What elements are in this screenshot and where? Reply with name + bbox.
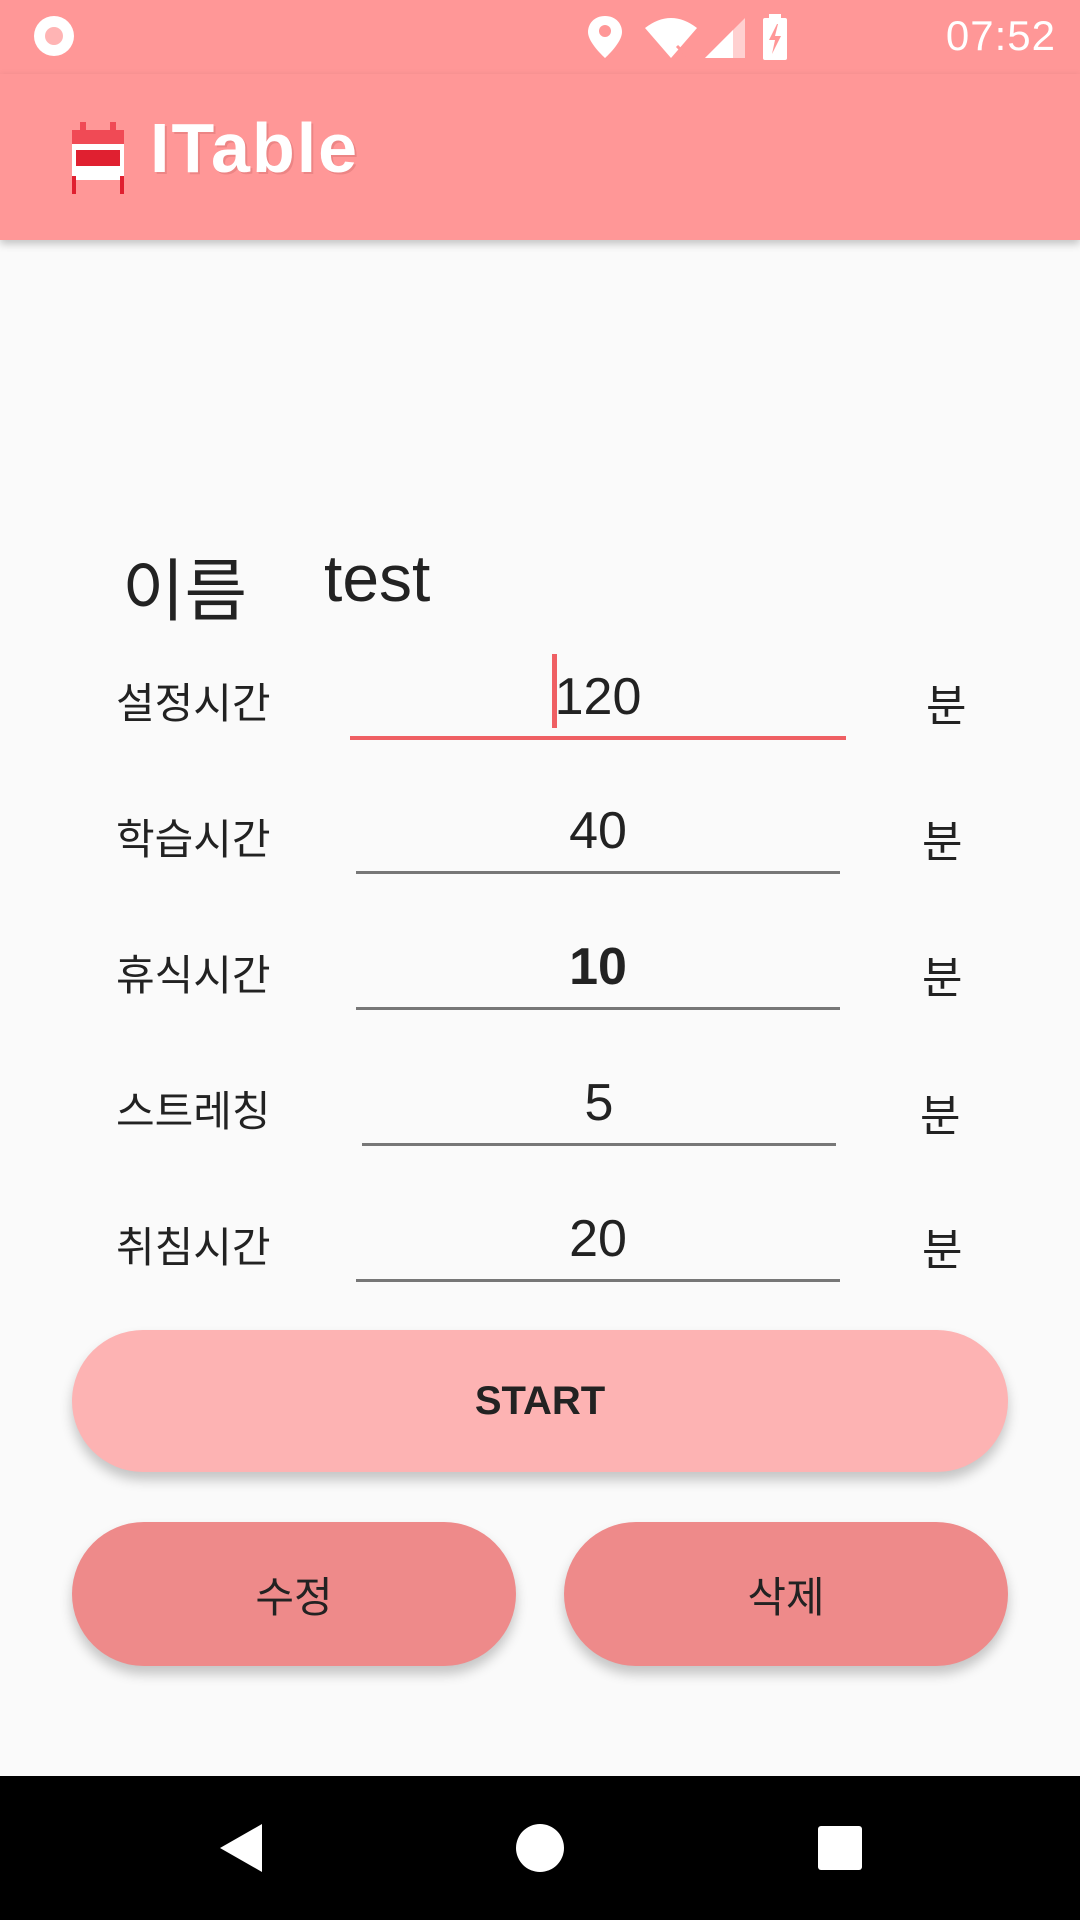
battery-charging-icon: [763, 14, 787, 60]
name-label: 이름: [122, 553, 248, 632]
setting-time-input[interactable]: 120: [350, 664, 846, 740]
study-time-input[interactable]: 40: [356, 798, 840, 874]
wifi-icon: [645, 18, 697, 58]
back-icon[interactable]: [216, 1820, 266, 1876]
recents-icon[interactable]: [816, 1824, 864, 1872]
sleep-time-label: 취침시간: [116, 1223, 271, 1272]
name-value: test: [324, 541, 431, 615]
navigation-bar: [0, 1776, 1080, 1920]
notification-circle-icon: [34, 16, 74, 56]
sleep-time-unit: 분: [922, 1225, 963, 1276]
home-icon[interactable]: [514, 1822, 566, 1874]
setting-time-label: 설정시간: [116, 679, 271, 728]
app-title: ITable: [150, 109, 360, 187]
status-bar: 07:52: [0, 0, 1080, 74]
study-time-unit: 분: [922, 817, 963, 868]
status-icons: [588, 14, 787, 60]
app-bar: ITable: [0, 74, 1080, 240]
stretching-input[interactable]: 5: [362, 1070, 836, 1146]
signal-icon: [705, 18, 745, 58]
start-button[interactable]: START: [72, 1330, 1008, 1472]
calendar-icon: [72, 122, 124, 194]
location-icon: [588, 16, 622, 58]
edit-button[interactable]: 수정: [72, 1522, 516, 1666]
stretching-unit: 분: [920, 1091, 961, 1142]
status-time: 07:52: [945, 12, 1056, 59]
text-cursor: [552, 654, 557, 728]
study-time-label: 학습시간: [116, 815, 271, 864]
sleep-time-input[interactable]: 20: [356, 1206, 840, 1282]
stretching-label: 스트레칭: [116, 1087, 271, 1136]
rest-time-input[interactable]: 10: [356, 934, 840, 1010]
setting-time-unit: 분: [926, 681, 967, 732]
rest-time-label: 휴식시간: [116, 951, 271, 1000]
rest-time-unit: 분: [922, 953, 963, 1004]
delete-button[interactable]: 삭제: [564, 1522, 1008, 1666]
